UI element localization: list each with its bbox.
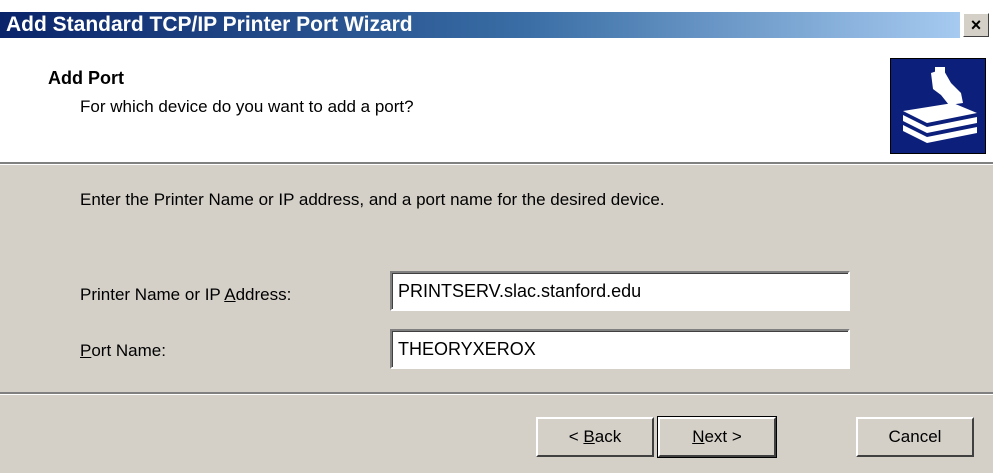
printer-name-label-post: ddress: [235,285,292,304]
page-subtitle: For which device do you want to add a po… [80,97,414,116]
printer-icon [890,58,986,154]
cancel-button[interactable]: Cancel [856,417,974,457]
wizard-window: Add Standard TCP/IP Printer Port Wizard … [0,0,993,473]
cancel-button-label: Cancel [888,427,942,446]
title-bar[interactable]: Add Standard TCP/IP Printer Port Wizard … [0,0,993,47]
printer-name-label-pre: Printer Name or IP [80,285,225,304]
printer-name-label: Printer Name or IP Address: [80,285,291,305]
wizard-body: Enter the Printer Name or IP address, an… [0,165,993,392]
back-button[interactable]: < Back [536,417,654,457]
port-name-label: Port Name: [80,341,166,361]
printer-name-input[interactable] [390,271,850,311]
next-button-accesskey: N [692,427,705,446]
printer-name-label-accesskey: A [224,285,236,304]
close-button[interactable]: × [963,13,989,37]
port-name-label-accesskey: P [80,341,92,360]
instruction-text: Enter the Printer Name or IP address, an… [80,190,665,209]
next-button-post: ext > [704,427,742,446]
page-title: Add Port [48,68,124,88]
back-button-pre: < [568,427,584,446]
port-name-input[interactable] [390,329,850,369]
port-name-label-post: ort Name: [91,341,166,360]
wizard-header: Add Port For which device do you want to… [0,47,993,162]
printer-icon-graphic [903,67,977,143]
window-title: Add Standard TCP/IP Printer Port Wizard [0,12,960,38]
wizard-footer: < Back Next > Cancel [0,395,993,473]
back-button-accesskey: B [583,427,595,446]
close-icon: × [970,15,982,35]
next-button[interactable]: Next > [657,416,777,458]
back-button-post: ack [594,427,622,446]
